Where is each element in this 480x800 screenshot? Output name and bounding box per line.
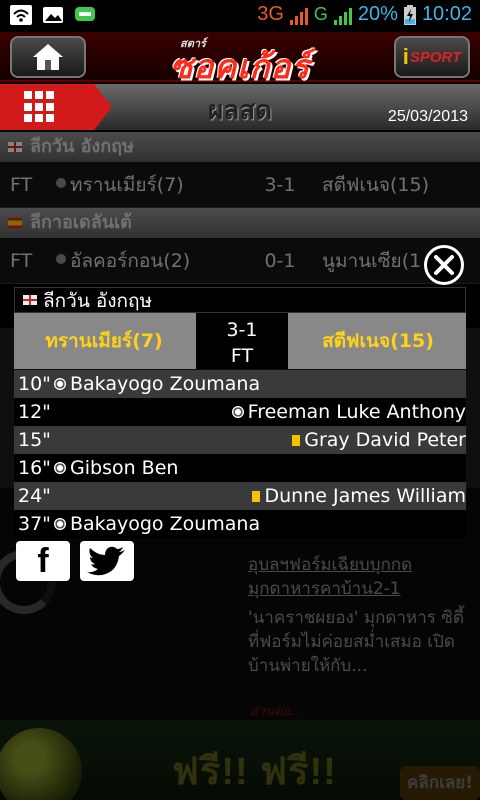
popup-league-header: ลีกวัน อังกฤษ [14,287,466,313]
match-event-row: 37" Bakayogo Zoumana [14,510,466,538]
image-icon [43,7,63,23]
popup-teams-bar: ทรานเมียร์(7) 3-1 FT สตีฟเนจ(15) [14,313,466,369]
goal-ball-icon [54,378,66,390]
app-header: สตาร์ ซอคเก้อร์ i SPORT [0,32,480,85]
goal-ball-icon [54,462,66,474]
twitter-share-button[interactable] [80,541,134,581]
close-button[interactable] [424,245,464,285]
popup-home-team: ทรานเมียร์(7) [45,330,163,352]
signal-bars-2-icon [333,5,352,25]
isport-label: SPORT [409,48,462,66]
battery-icon [403,4,416,25]
event-minute: 16" [18,457,51,479]
popup-league-name: ลีกวัน อังกฤษ [43,290,153,312]
app-logo: สตาร์ ซอคเก้อร์ [140,34,340,85]
popup-away-team: สตีฟเนจ(15) [322,330,434,352]
event-minute: 15" [18,429,51,451]
goal-ball-icon [54,518,66,530]
event-player: Freeman Luke Anthony [247,401,466,423]
popup-score: 3-1 [226,319,258,341]
network-type: 3G [257,3,284,25]
clock: 10:02 [421,3,472,25]
popup-status: FT [230,345,254,367]
england-flag-icon [23,295,37,305]
title-bar: ผลสด 25/03/2013 [0,84,480,130]
event-minute: 37" [18,513,51,535]
chat-icon [75,7,95,21]
date-label: 25/03/2013 [387,108,468,125]
network-type-2: G [313,4,328,24]
isport-i: i [402,44,409,69]
close-icon [434,255,454,275]
status-bar: 3G G 20% 10:02 [0,0,480,32]
event-player: Bakayogo Zoumana [70,513,261,535]
event-player: Gibson Ben [70,457,179,479]
home-icon [33,44,63,70]
yellow-card-icon [252,490,261,502]
social-share: f [16,541,134,581]
event-player: Dunne James William [264,485,466,507]
goal-ball-icon [231,406,244,418]
home-button[interactable] [10,36,86,78]
event-player: Bakayogo Zoumana [70,373,261,395]
twitter-bird-icon [87,546,125,576]
battery-percent: 20% [357,3,398,25]
facebook-icon: f [37,541,49,580]
event-minute: 24" [18,485,51,507]
event-player: Gray David Peter [304,429,466,451]
match-event-row: 10" Bakayogo Zoumana [14,370,466,398]
match-event-row: 15" Gray David Peter [14,426,466,454]
event-minute: 10" [18,373,51,395]
match-event-row: 12" Freeman Luke Anthony [14,398,466,426]
match-event-row: 16" Gibson Ben [14,454,466,482]
wifi-icon [10,5,32,25]
match-event-row: 24" Dunne James William [14,482,466,510]
signal-bars-icon [289,5,308,25]
yellow-card-icon [292,434,301,446]
event-minute: 12" [18,401,51,423]
isport-button[interactable]: i SPORT [394,36,470,78]
popup-score-box: 3-1 FT [196,313,288,369]
facebook-share-button[interactable]: f [16,541,70,581]
